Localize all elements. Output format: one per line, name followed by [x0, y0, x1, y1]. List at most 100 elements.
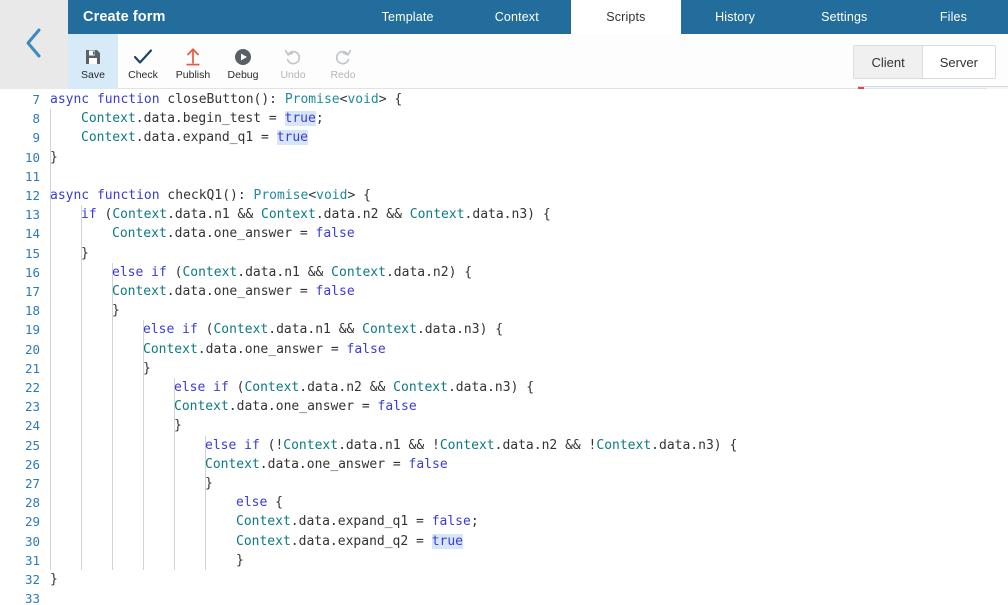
checkmark-icon — [133, 46, 153, 68]
code-text: Context.data.one_answer = false — [112, 284, 355, 299]
code-line[interactable]: 10} — [0, 148, 1008, 167]
code-line[interactable]: 25 else if (!Context.data.n1 && !Context.… — [0, 436, 1008, 455]
code-text: Context.data.expand_q1 = false; — [236, 514, 479, 530]
line-number: 22 — [24, 380, 40, 395]
page-title: Create form — [83, 9, 166, 25]
code-line[interactable]: 7 async function closeButton(): Promise<v… — [0, 90, 1008, 109]
code-line[interactable]: 33 — [0, 589, 1008, 605]
line-number: 19 — [24, 322, 40, 338]
code-text: if (Context.data.n1 && Context.data.n2 &… — [81, 207, 551, 223]
code-line[interactable]: 24} — [0, 416, 1008, 435]
code-text: Context.data.one_answer = false — [143, 341, 386, 357]
line-number: 29 — [24, 514, 40, 530]
code-text: else { — [236, 495, 283, 511]
tab-label: History — [715, 10, 756, 24]
line-number: 30 — [24, 533, 40, 549]
play-circle-icon — [234, 46, 252, 68]
line-number: 20 — [24, 341, 40, 357]
code-text: } — [205, 476, 213, 491]
code-line[interactable]: 21} — [0, 359, 1008, 378]
tab-settings[interactable]: Settings — [789, 0, 899, 34]
line-number: 11 — [24, 168, 40, 184]
toolbar-button-check[interactable]: Check — [118, 34, 168, 89]
line-number: 26 — [24, 456, 40, 472]
code-text: } — [50, 149, 58, 165]
code-text: async function checkQ1(): Promise<void> … — [50, 188, 371, 203]
line-number: 31 — [24, 552, 40, 568]
code-line[interactable]: 8 Context.data.begin_test = true; — [0, 109, 1008, 128]
toolbar-button-publish[interactable]: Publish — [168, 34, 218, 89]
code-text: Context.data.one_answer = false — [112, 226, 355, 242]
code-text: Context.data.expand_q2 = true — [236, 533, 463, 549]
line-number: 7 — [32, 92, 40, 107]
code-line[interactable]: 27} — [0, 474, 1008, 493]
toolbar-button-label: Undo — [280, 68, 306, 81]
code-text: else if (Context.data.n1 && Context.data… — [143, 322, 504, 338]
back-button[interactable] — [0, 20, 68, 70]
tab-files[interactable]: Files — [898, 0, 1008, 34]
line-number: 9 — [32, 130, 40, 146]
tab-context[interactable]: Context — [462, 0, 572, 34]
tab-list: Template Context Scripts History Settings Fil… — [353, 0, 1008, 34]
tab-label: Files — [939, 10, 968, 24]
code-lines[interactable]: 7 async function closeButton(): Promise<v… — [0, 89, 1008, 605]
code-line[interactable]: 13 if (Context.data.n1 && Context.data.n2… — [0, 205, 1008, 224]
code-text: } — [50, 572, 58, 587]
floppy-disk-icon — [84, 46, 102, 68]
code-line[interactable]: 30 Context.data.expand_q2 = true — [0, 532, 1008, 551]
code-text: else if (Context.data.n1 && Context.data… — [112, 264, 473, 280]
toolbar-button-label: Save — [81, 68, 105, 81]
code-line[interactable]: 9 Context.data.expand_q1 = true — [0, 128, 1008, 147]
code-line[interactable]: 28 else { — [0, 493, 1008, 512]
line-number: 13 — [24, 207, 40, 223]
toolbar-button-debug[interactable]: Debug — [218, 34, 268, 89]
tab-scripts[interactable]: Scripts — [571, 0, 681, 34]
code-line[interactable]: 26 Context.data.one_answer = false — [0, 455, 1008, 474]
code-line[interactable]: 20 Context.data.one_answer = false — [0, 340, 1008, 359]
code-line[interactable]: 15} — [0, 244, 1008, 263]
toolbar-button-undo: Undo — [268, 34, 318, 89]
code-line[interactable]: 16 else if (Context.data.n1 && Context.da… — [0, 263, 1008, 282]
code-line[interactable]: 12 async function checkQ1(): Promise<void… — [0, 186, 1008, 205]
left-rail — [0, 0, 68, 89]
code-text: } — [174, 418, 182, 434]
code-text: else if (Context.data.n2 && Context.data… — [174, 380, 535, 395]
toolbar-button-save[interactable]: Save — [68, 34, 118, 89]
code-line[interactable]: 31} — [0, 551, 1008, 570]
tab-label: Context — [494, 10, 539, 24]
chevron-left-icon — [23, 26, 45, 65]
toolbar-button-redo: Redo — [318, 34, 368, 89]
code-line[interactable]: 29 Context.data.expand_q1 = false; — [0, 512, 1008, 531]
code-text: } — [112, 303, 120, 319]
code-editor[interactable]: 7 async function closeButton(): Promise<v… — [0, 89, 1008, 605]
tab-template[interactable]: Template — [353, 0, 463, 34]
code-line[interactable]: 32} — [0, 570, 1008, 589]
code-text: Context.data.one_answer = false — [205, 456, 448, 472]
code-line[interactable]: 22 else if (Context.data.n2 && Context.da… — [0, 378, 1008, 397]
line-number: 28 — [24, 495, 40, 511]
code-text: } — [81, 245, 89, 261]
line-number: 24 — [24, 418, 40, 434]
code-line[interactable]: 11 — [0, 167, 1008, 186]
code-text: } — [236, 552, 244, 568]
redo-arrow-icon — [334, 46, 352, 68]
toolbar-button-label: Redo — [330, 68, 356, 81]
code-text: Context.data.begin_test = true; — [81, 111, 324, 127]
line-number: 12 — [24, 188, 40, 203]
line-number: 32 — [24, 572, 40, 587]
tab-history[interactable]: History — [680, 0, 790, 34]
code-text: Context.data.one_answer = false — [174, 399, 417, 415]
code-line[interactable]: 14 Context.data.one_answer = false — [0, 224, 1008, 243]
toolbar-button-label: Check — [128, 68, 158, 81]
code-line[interactable]: 19 else if (Context.data.n1 && Context.da… — [0, 320, 1008, 339]
line-number: 23 — [24, 399, 40, 415]
code-line[interactable]: 17 Context.data.one_answer = false — [0, 282, 1008, 301]
tab-label: Scripts — [606, 10, 646, 24]
toolbar-buttons: Save Check Publish Debug Undo Redo — [68, 34, 368, 89]
code-line[interactable]: 18} — [0, 301, 1008, 320]
scope-toggle: Client Server — [853, 45, 996, 79]
scope-option-server[interactable]: Server — [921, 46, 995, 78]
scope-option-client[interactable]: Client — [854, 46, 922, 78]
code-text: else if (!Context.data.n1 && !Context.da… — [205, 437, 738, 453]
code-line[interactable]: 23 Context.data.one_answer = false — [0, 397, 1008, 416]
